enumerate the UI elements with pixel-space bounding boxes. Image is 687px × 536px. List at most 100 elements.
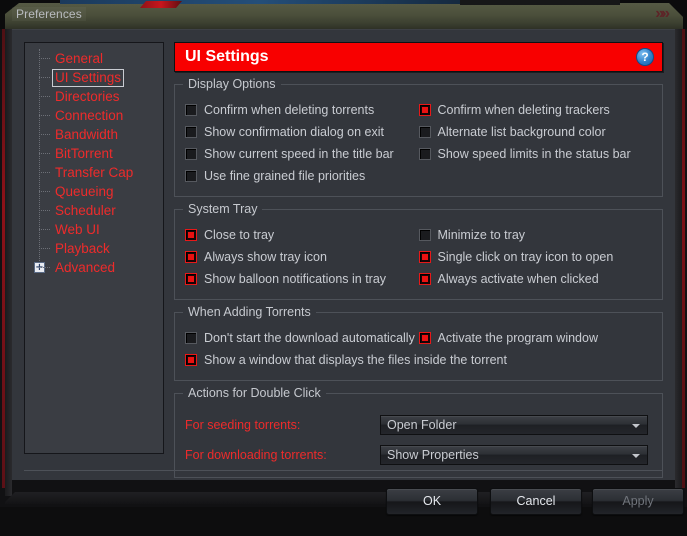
option-label: Single click on tray icon to open (437, 250, 614, 264)
group-legend: System Tray (183, 202, 263, 216)
option-label: Alternate list background color (437, 125, 606, 139)
option-row[interactable]: Activate the program window (418, 327, 653, 349)
option-row[interactable]: Show speed limits in the status bar (418, 143, 653, 165)
checkbox-icon[interactable] (418, 251, 431, 263)
sidebar-item-label: Directories (55, 89, 120, 104)
sidebar-item-transfer-cap[interactable]: Transfer Cap (25, 163, 163, 182)
checkbox-icon[interactable] (185, 273, 197, 285)
checkbox-icon[interactable] (185, 251, 197, 263)
sidebar-item-connection[interactable]: Connection (25, 106, 163, 125)
group-legend: Display Options (183, 77, 281, 91)
tree-connector (39, 115, 50, 117)
sidebar-item-scheduler[interactable]: Scheduler (25, 201, 163, 220)
option-label: Activate the program window (437, 331, 599, 345)
option-row[interactable]: Confirm when deleting torrents (185, 99, 419, 121)
frame-edge-left (5, 18, 12, 496)
chevron-down-icon (632, 454, 640, 458)
option-row[interactable]: Close to tray (185, 224, 419, 246)
tree-connector (39, 172, 50, 174)
frame-accent-right (682, 18, 685, 488)
downloading-action-value: Show Properties (387, 448, 479, 462)
sidebar-item-web-ui[interactable]: Web UI (25, 220, 163, 239)
tree-connector (39, 134, 50, 136)
sidebar-item-label: Transfer Cap (55, 165, 134, 180)
ok-button[interactable]: OK (386, 488, 478, 515)
sidebar-item-bittorrent[interactable]: BitTorrent (25, 144, 163, 163)
sidebar-item-ui-settings[interactable]: UI Settings (25, 68, 163, 87)
option-row[interactable]: Single click on tray icon to open (418, 246, 653, 268)
title-bar-strip-secondary (460, 0, 620, 5)
sidebar-item-label: Playback (55, 241, 110, 256)
option-label: Confirm when deleting torrents (204, 103, 375, 117)
option-label: Show a window that displays the files in… (204, 353, 507, 367)
checkbox-icon[interactable] (418, 229, 431, 241)
checkbox-icon[interactable] (185, 104, 197, 116)
option-row[interactable]: Always activate when clicked (418, 268, 653, 290)
option-row[interactable]: Confirm when deleting trackers (418, 99, 653, 121)
option-row[interactable]: Use fine grained file priorities (185, 165, 419, 187)
frame-edge-right (675, 18, 682, 496)
settings-tree[interactable]: General UI Settings Directories Connection B… (24, 42, 164, 454)
cancel-button[interactable]: Cancel (490, 488, 582, 515)
tree-connector (39, 96, 50, 98)
option-row[interactable]: Show balloon notifications in tray (185, 268, 419, 290)
checkbox-icon[interactable] (185, 332, 197, 344)
option-label: Confirm when deleting trackers (437, 103, 610, 117)
option-row[interactable]: Don't start the download automatically (185, 327, 419, 349)
checkbox-icon[interactable] (418, 148, 431, 160)
downloading-action-select[interactable]: Show Properties (380, 445, 648, 465)
option-row[interactable]: Alternate list background color (418, 121, 653, 143)
tree-connector (39, 229, 50, 231)
sidebar-item-label: BitTorrent (55, 146, 113, 161)
checkbox-icon[interactable] (185, 354, 197, 366)
checkbox-icon[interactable] (418, 126, 431, 138)
option-row[interactable]: Show a window that displays the files in… (185, 349, 652, 371)
settings-tree-list: General UI Settings Directories Connection B… (25, 43, 163, 277)
checkbox-box (185, 273, 197, 285)
title-bar-red-marker (140, 1, 182, 8)
downloading-action-row: For downloading torrents: Show Propertie… (185, 442, 652, 468)
option-row[interactable]: Minimize to tray (418, 224, 653, 246)
checkbox-box (418, 148, 431, 160)
title-bar[interactable]: Preferences »» (0, 0, 687, 29)
page-header: UI Settings ? (174, 42, 663, 72)
checkbox-icon[interactable] (185, 170, 197, 182)
downloading-action-label: For downloading torrents: (185, 448, 327, 462)
option-groups: Display Options Confirm when deleting tor… (174, 77, 663, 381)
option-label: Show balloon notifications in tray (204, 272, 387, 286)
apply-button[interactable]: Apply (592, 488, 684, 515)
brand-chevron-icon: »» (655, 5, 670, 22)
help-icon[interactable]: ? (636, 48, 654, 66)
tree-connector (39, 58, 50, 60)
sidebar-item-queueing[interactable]: Queueing (25, 182, 163, 201)
checkbox-box (185, 229, 197, 241)
group-options: Close to tray Minimize to tray Always show… (185, 224, 652, 290)
checkbox-box (185, 170, 197, 182)
checkbox-box (185, 354, 197, 366)
checkbox-icon[interactable] (418, 104, 431, 116)
checkbox-box (418, 104, 431, 116)
checkbox-icon[interactable] (418, 273, 431, 285)
seeding-action-select[interactable]: Open Folder (380, 415, 648, 435)
checkbox-icon[interactable] (418, 332, 431, 344)
option-row[interactable]: Show current speed in the title bar (185, 143, 419, 165)
checkbox-icon[interactable] (185, 148, 197, 160)
tree-connector (39, 77, 50, 79)
sidebar-item-bandwidth[interactable]: Bandwidth (25, 125, 163, 144)
option-row[interactable]: Show confirmation dialog on exit (185, 121, 419, 143)
sidebar-item-advanced[interactable]: + Advanced (25, 258, 163, 277)
checkbox-icon[interactable] (185, 229, 197, 241)
option-label: Show confirmation dialog on exit (204, 125, 384, 139)
seeding-action-row: For seeding torrents: Open Folder (185, 412, 652, 438)
sidebar-item-general[interactable]: General (25, 49, 163, 68)
group-options: Don't start the download automatically Ac… (185, 327, 652, 371)
checkbox-icon[interactable] (185, 126, 197, 138)
option-row[interactable]: Always show tray icon (185, 246, 419, 268)
sidebar-item-directories[interactable]: Directories (25, 87, 163, 106)
page-title: UI Settings (185, 48, 269, 65)
tree-connector (39, 191, 50, 193)
checkbox-box (418, 332, 431, 344)
preferences-window: Preferences »» General UI Settings Directo… (0, 0, 687, 515)
sidebar-item-playback[interactable]: Playback (25, 239, 163, 258)
tree-connector (39, 210, 50, 212)
